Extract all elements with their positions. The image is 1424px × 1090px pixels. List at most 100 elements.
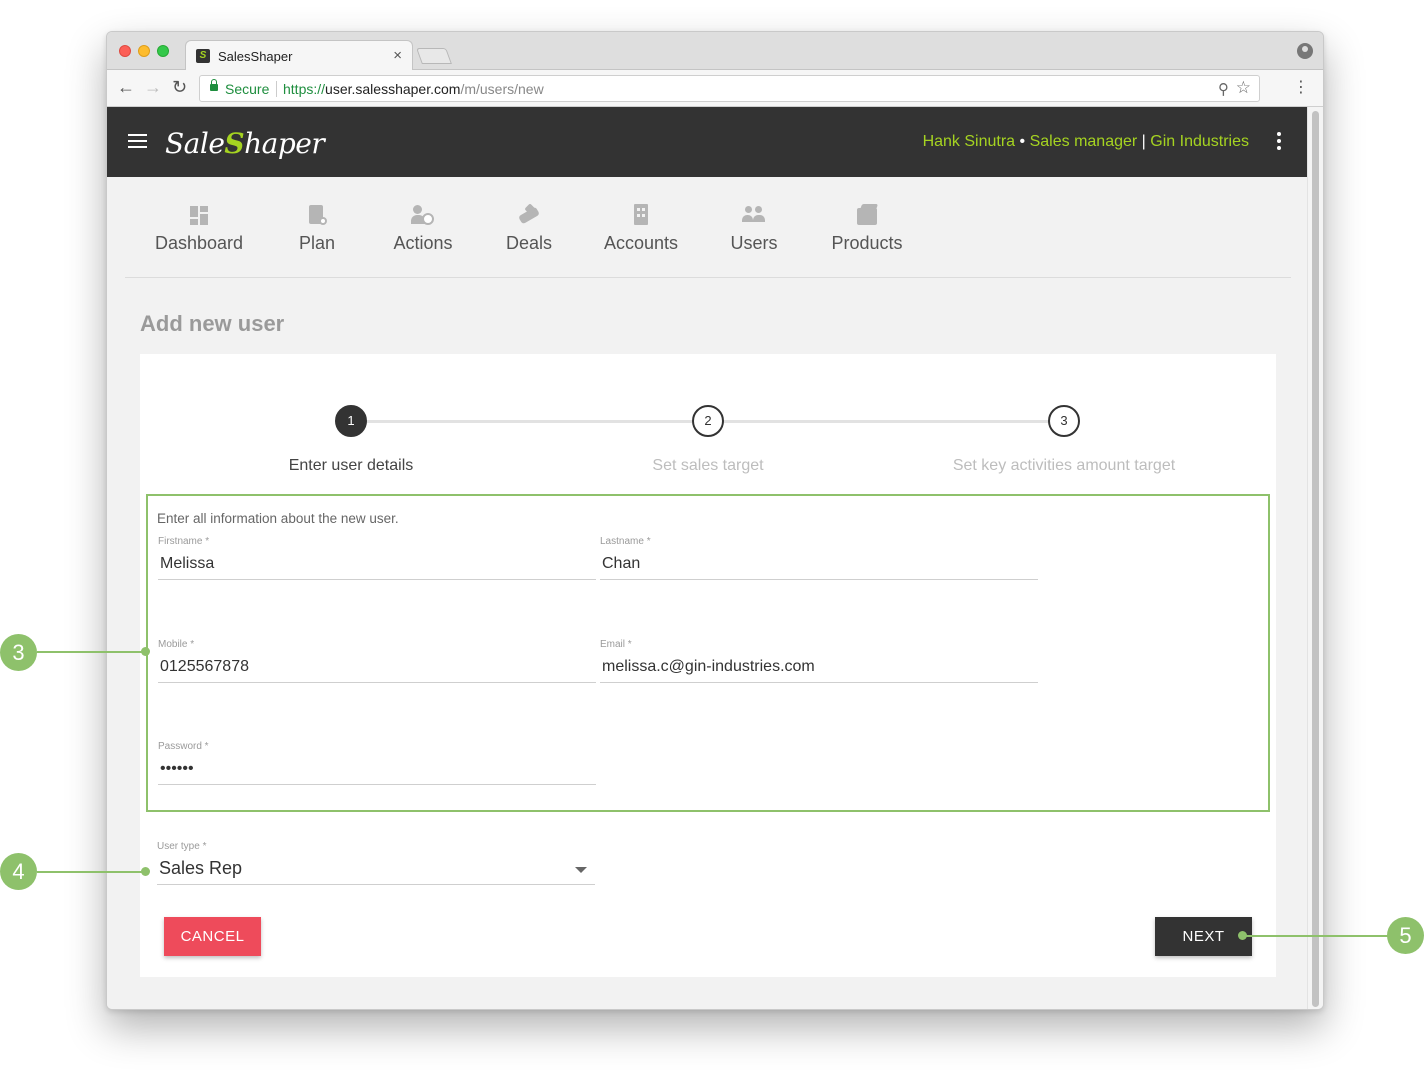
users-icon: [742, 203, 766, 227]
page-title: Add new user: [140, 311, 285, 336]
step-1-circle: 1: [335, 405, 367, 437]
add-user-card: 1 2 3 Enter user details Set sales targe…: [140, 354, 1276, 977]
browser-menu-icon[interactable]: ⋮: [1293, 78, 1309, 98]
user-type-select[interactable]: User type * Sales Rep: [157, 841, 595, 885]
forward-icon[interactable]: →: [144, 77, 162, 97]
nav-label: Products: [831, 233, 903, 253]
step-2-circle: 2: [692, 405, 724, 437]
nav-item-users[interactable]: Users: [729, 203, 779, 254]
scrollbar-thumb[interactable]: [1312, 111, 1319, 1007]
user-company: Gin Industries: [1150, 133, 1249, 150]
user-role: Sales manager: [1029, 133, 1138, 150]
callout-5-dot: [1238, 931, 1247, 940]
dropdown-arrow-icon[interactable]: [575, 867, 587, 873]
secure-label: Secure: [225, 81, 270, 97]
favicon-icon: S: [196, 49, 210, 63]
lastname-input[interactable]: Chan: [600, 555, 1038, 577]
bar-separator: |: [1141, 133, 1146, 150]
callout-4-dot: [141, 867, 150, 876]
stepper-connector: [723, 420, 1049, 423]
page-viewport: SaleShaper Hank Sinutra • Sales manager …: [107, 107, 1309, 1009]
url-host: user.salesshaper.com: [325, 81, 461, 97]
callout-5: 5: [1387, 917, 1424, 954]
nav-item-deals[interactable]: Deals: [503, 203, 555, 254]
step-3-label: Set key activities amount target: [952, 457, 1176, 474]
actions-icon: [411, 203, 435, 227]
input-underline: [158, 579, 596, 580]
step-3-circle: 3: [1048, 405, 1080, 437]
profile-icon[interactable]: [1297, 43, 1313, 59]
dot-separator: •: [1019, 133, 1026, 150]
plan-icon: [305, 203, 329, 227]
nav-label: Plan: [298, 233, 336, 253]
browser-window: S SalesShaper × ← → ↻ Secure https://use…: [106, 31, 1324, 1010]
email-label: Email *: [600, 639, 632, 650]
lock-icon: [210, 79, 218, 91]
mobile-field[interactable]: Mobile * 0125567878: [158, 639, 596, 683]
browser-tab[interactable]: S SalesShaper ×: [185, 40, 413, 71]
lastname-field[interactable]: Lastname * Chan: [600, 536, 1038, 580]
nav-item-actions[interactable]: Actions: [387, 203, 459, 254]
email-field[interactable]: Email * melissa.c@gin-industries.com: [600, 639, 1038, 683]
callout-4-line: [37, 871, 145, 873]
user-details-section: Enter all information about the new user…: [146, 494, 1270, 812]
zoom-icon[interactable]: ⚲: [1218, 80, 1229, 98]
tab-title: SalesShaper: [218, 49, 293, 64]
bookmark-star-icon[interactable]: ☆: [1236, 78, 1251, 98]
password-field[interactable]: Password * ••••••: [158, 741, 596, 785]
address-bar: ← → ↻ Secure https://user.salesshaper.co…: [107, 70, 1323, 107]
url-path: /m/users/new: [460, 81, 544, 97]
callout-3-line: [37, 651, 145, 653]
firstname-label: Firstname *: [158, 536, 210, 547]
firstname-input[interactable]: Melissa: [158, 555, 596, 577]
hamburger-menu-icon[interactable]: [128, 134, 147, 149]
lastname-label: Lastname *: [600, 536, 651, 547]
new-tab-button[interactable]: [416, 48, 452, 64]
email-input[interactable]: melissa.c@gin-industries.com: [600, 658, 1038, 680]
input-underline: [158, 784, 596, 785]
minimize-window-button[interactable]: [138, 45, 150, 57]
reload-icon[interactable]: ↻: [172, 77, 187, 97]
cancel-button[interactable]: CANCEL: [164, 917, 261, 956]
callout-5-line: [1243, 935, 1389, 937]
password-label: Password *: [158, 741, 209, 752]
accounts-icon: [629, 203, 653, 227]
page-scrollbar[interactable]: [1307, 107, 1323, 1009]
step-2-label: Set sales target: [652, 457, 764, 474]
user-type-value[interactable]: Sales Rep: [157, 858, 595, 882]
maximize-window-button[interactable]: [157, 45, 169, 57]
nav-item-products[interactable]: Products: [827, 203, 907, 254]
main-nav: Dashboard Plan Actions Deals Accounts Us…: [125, 177, 1291, 278]
mobile-input[interactable]: 0125567878: [158, 658, 596, 680]
callout-4: 4: [0, 853, 37, 890]
user-type-label: User type *: [157, 841, 207, 852]
dashboard-icon: [187, 203, 211, 227]
input-underline: [158, 682, 596, 683]
callout-3: 3: [0, 634, 37, 671]
nav-item-accounts[interactable]: Accounts: [601, 203, 681, 254]
nav-label: Deals: [505, 233, 553, 253]
tab-close-icon[interactable]: ×: [393, 47, 402, 64]
url-input[interactable]: Secure https://user.salesshaper.com/m/us…: [199, 75, 1260, 102]
nav-label: Users: [730, 233, 778, 253]
user-name: Hank Sinutra: [922, 133, 1016, 150]
user-info: Hank Sinutra • Sales manager | Gin Indus…: [923, 133, 1249, 151]
browser-titlebar: S SalesShaper ×: [107, 32, 1323, 71]
url-divider: [276, 81, 277, 97]
more-options-icon[interactable]: [1277, 132, 1281, 150]
nav-item-dashboard[interactable]: Dashboard: [155, 203, 243, 254]
firstname-field[interactable]: Firstname * Melissa: [158, 536, 596, 580]
main-content: Dashboard Plan Actions Deals Accounts Us…: [125, 177, 1291, 994]
url-scheme: https://: [283, 81, 326, 97]
nav-label: Accounts: [603, 233, 679, 253]
nav-label: Actions: [393, 233, 453, 253]
input-underline: [600, 682, 1038, 683]
deals-icon: [517, 203, 541, 227]
password-input[interactable]: ••••••: [158, 760, 596, 782]
brand-logo[interactable]: SaleShaper: [165, 127, 325, 160]
back-icon[interactable]: ←: [117, 77, 135, 97]
nav-label: Dashboard: [155, 233, 244, 253]
nav-item-plan[interactable]: Plan: [293, 203, 341, 254]
input-underline: [157, 884, 595, 885]
close-window-button[interactable]: [119, 45, 131, 57]
